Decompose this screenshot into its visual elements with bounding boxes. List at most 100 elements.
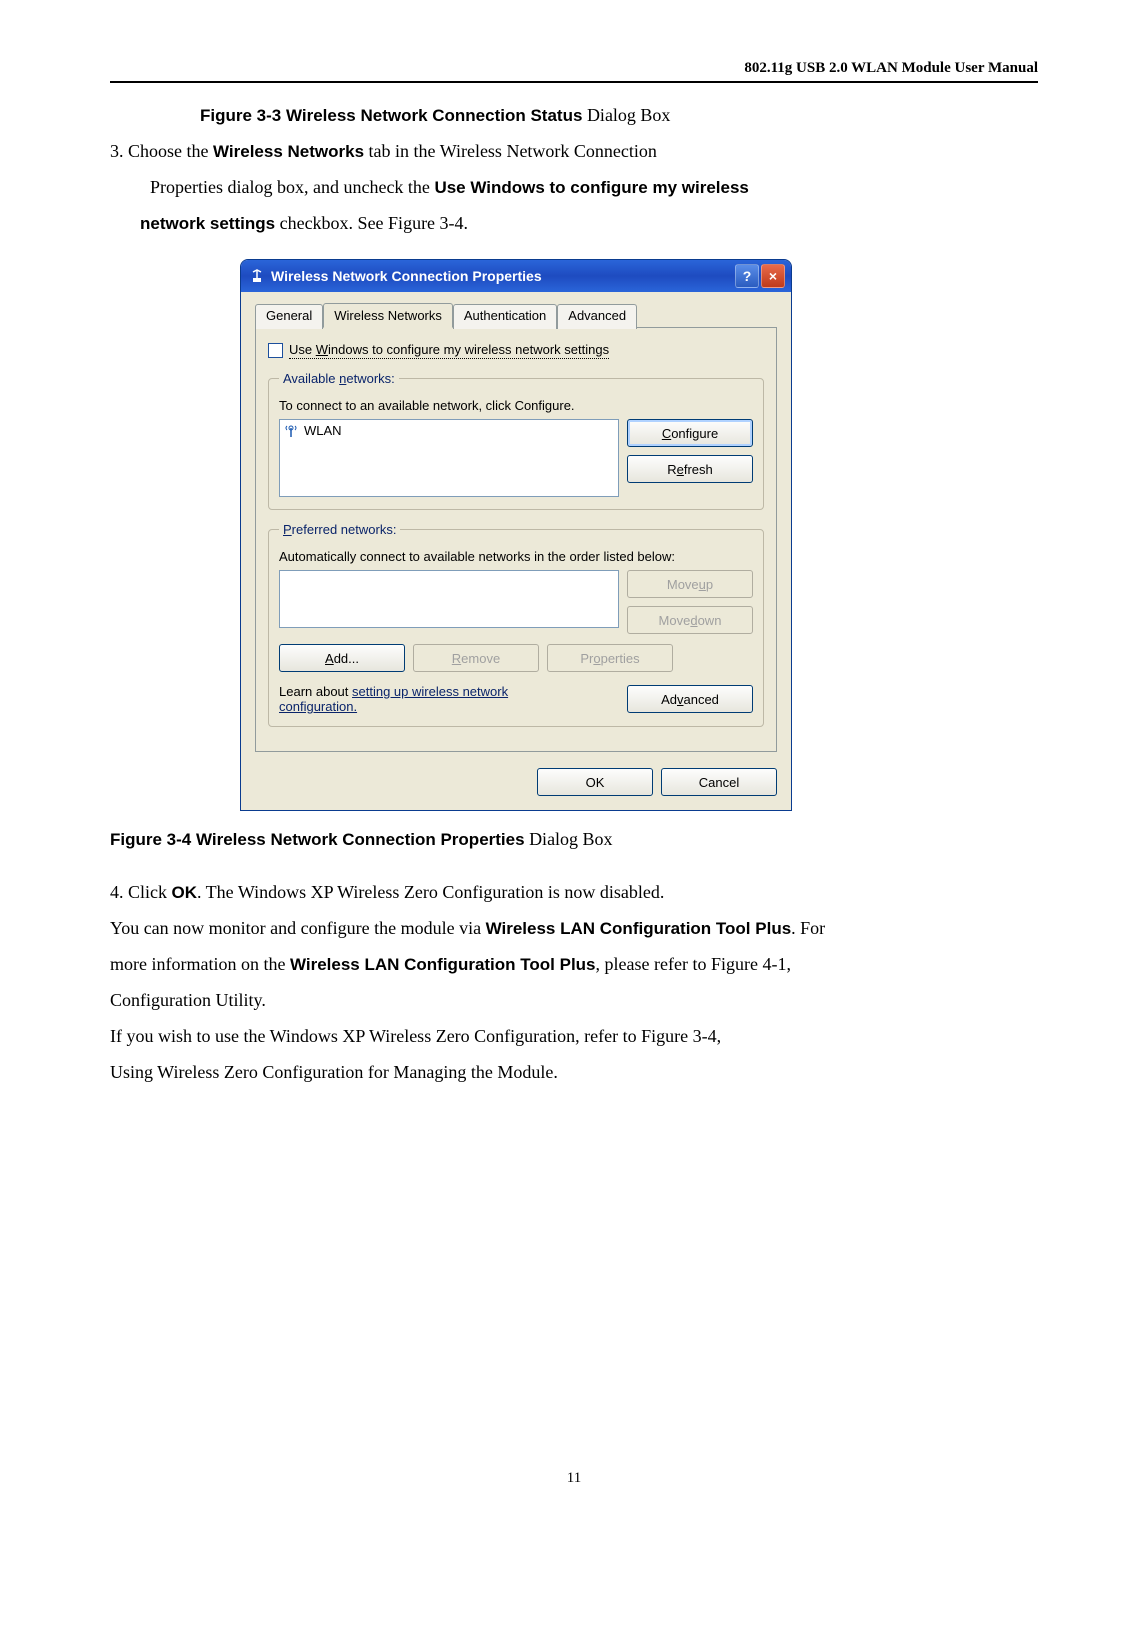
step3-line1: 3. Choose the Wireless Networks tab in t…: [110, 133, 1038, 169]
step3-line3b: checkbox. See Figure 3-4.: [275, 213, 468, 233]
wireless-properties-dialog: Wireless Network Connection Properties ?…: [240, 259, 792, 811]
adv-pre: Ad: [661, 692, 677, 707]
pr-pre: Pr: [580, 651, 593, 666]
preferred-networks-group: Preferred networks: Automatically connec…: [268, 522, 764, 727]
antenna-icon: [284, 424, 298, 438]
ok-button[interactable]: OK: [537, 768, 653, 796]
fig33-caption: Figure 3-3 Wireless Network Connection S…: [110, 97, 1038, 133]
chk-u: W: [316, 342, 328, 357]
remove-button: Remove: [413, 644, 539, 672]
step4: 4. Click OK. The Windows XP Wireless Zer…: [110, 874, 1038, 910]
learn-link2[interactable]: configuration.: [279, 699, 357, 714]
l2a: more information on the: [110, 954, 290, 974]
header-rule: [110, 81, 1038, 83]
ref-post: fresh: [684, 462, 713, 477]
use-windows-checkbox[interactable]: [268, 343, 283, 358]
dialog-footer: OK Cancel: [255, 768, 777, 796]
pref-leg-post: referred networks:: [292, 522, 397, 537]
available-desc: To connect to an available network, clic…: [279, 398, 753, 413]
add-button[interactable]: Add...: [279, 644, 405, 672]
available-list[interactable]: WLAN: [279, 419, 619, 497]
fig34-bold: Figure 3-4 Wireless Network Connection P…: [110, 830, 525, 849]
fig34-suffix: Dialog Box: [525, 829, 613, 849]
md-u: d: [690, 613, 697, 628]
learn-pre: Learn about: [279, 684, 352, 699]
tab-authentication[interactable]: Authentication: [453, 304, 557, 329]
page-number: 11: [110, 1470, 1038, 1487]
dialog-body: General Wireless Networks Authentication…: [241, 292, 791, 810]
move-down-button: Move down: [627, 606, 753, 634]
tabs: General Wireless Networks Authentication…: [255, 302, 777, 328]
pref-leg-u: P: [283, 522, 292, 537]
para-l3: Configuration Utility.: [110, 982, 1038, 1018]
l1b: Wireless LAN Configuration Tool Plus: [486, 919, 792, 938]
use-windows-row: Use Windows to configure my wireless net…: [268, 342, 764, 359]
titlebar: Wireless Network Connection Properties ?…: [241, 260, 791, 292]
step4-rest: . The Windows XP Wireless Zero Configura…: [197, 882, 664, 902]
dialog-title: Wireless Network Connection Properties: [271, 268, 733, 284]
step3-bold1: Wireless Networks: [213, 142, 364, 161]
available-item-label: WLAN: [304, 423, 342, 438]
mu-u: u: [699, 577, 706, 592]
l2b: Wireless LAN Configuration Tool Plus: [290, 955, 596, 974]
available-legend: Available networks:: [279, 371, 399, 386]
preferred-list[interactable]: [279, 570, 619, 628]
adv-post: anced: [683, 692, 718, 707]
l1c: . For: [791, 918, 825, 938]
tab-wireless-networks[interactable]: Wireless Networks: [323, 303, 453, 328]
step3-line2a: Properties dialog box, and uncheck the: [150, 177, 434, 197]
list-item[interactable]: WLAN: [282, 422, 616, 439]
step3-line3a: network settings: [140, 214, 275, 233]
pr-u: o: [593, 651, 600, 666]
step3-mid1: tab in the Wireless Network Connection: [364, 141, 657, 161]
add-u: A: [325, 651, 334, 666]
step3-lead: 3. Choose the: [110, 141, 213, 161]
step4-lead: 4. Click: [110, 882, 172, 902]
refresh-button[interactable]: Refresh: [627, 455, 753, 483]
md-post: own: [698, 613, 722, 628]
ref-pre: R: [667, 462, 676, 477]
available-networks-group: Available networks: To connect to an ava…: [268, 371, 764, 510]
cancel-button[interactable]: Cancel: [661, 768, 777, 796]
para-l2: more information on the Wireless LAN Con…: [110, 946, 1038, 982]
tab-general[interactable]: General: [255, 304, 323, 329]
add-post: dd...: [334, 651, 359, 666]
fig33-bold: Figure 3-3 Wireless Network Connection S…: [200, 106, 582, 125]
help-button[interactable]: ?: [735, 264, 759, 288]
fig34-caption: Figure 3-4 Wireless Network Connection P…: [110, 829, 1038, 850]
learn-text: Learn about setting up wireless network …: [279, 684, 615, 714]
rm-post: emove: [461, 651, 500, 666]
use-windows-label: Use Windows to configure my wireless net…: [289, 342, 609, 359]
advanced-button[interactable]: Advanced: [627, 685, 753, 713]
mu-pre: Move: [667, 577, 699, 592]
network-icon: [249, 268, 265, 284]
l2c: , please refer to Figure 4-1,: [596, 954, 791, 974]
step3-line3: network settings checkbox. See Figure 3-…: [110, 205, 1038, 241]
mu-post: p: [706, 577, 713, 592]
step3-line2: Properties dialog box, and uncheck the U…: [110, 169, 1038, 205]
step4-bold: OK: [172, 883, 198, 902]
para-l4: If you wish to use the Windows XP Wirele…: [110, 1018, 1038, 1054]
move-up-button: Move up: [627, 570, 753, 598]
tab-advanced[interactable]: Advanced: [557, 304, 637, 329]
conf-post: onfigure: [671, 426, 718, 441]
rm-u: R: [452, 651, 461, 666]
header-right: 802.11g USB 2.0 WLAN Module User Manual: [110, 60, 1038, 77]
close-button[interactable]: ×: [761, 264, 785, 288]
para-l1: You can now monitor and configure the mo…: [110, 910, 1038, 946]
conf-u: C: [662, 426, 671, 441]
l1a: You can now monitor and configure the mo…: [110, 918, 486, 938]
para-l5: Using Wireless Zero Configuration for Ma…: [110, 1054, 1038, 1090]
fig33-suffix: Dialog Box: [582, 105, 670, 125]
avail-leg-post: etworks:: [346, 371, 394, 386]
chk-post: indows to configure my wireless network …: [328, 342, 609, 357]
preferred-desc: Automatically connect to available netwo…: [279, 549, 753, 564]
preferred-legend: Preferred networks:: [279, 522, 400, 537]
ref-u: e: [677, 462, 684, 477]
md-pre: Move: [659, 613, 691, 628]
step3-bold2: Use Windows to configure my wireless: [434, 178, 748, 197]
configure-button[interactable]: Configure: [627, 419, 753, 447]
learn-link[interactable]: setting up wireless network: [352, 684, 508, 699]
pr-post: perties: [601, 651, 640, 666]
avail-leg-pre: Available: [283, 371, 339, 386]
